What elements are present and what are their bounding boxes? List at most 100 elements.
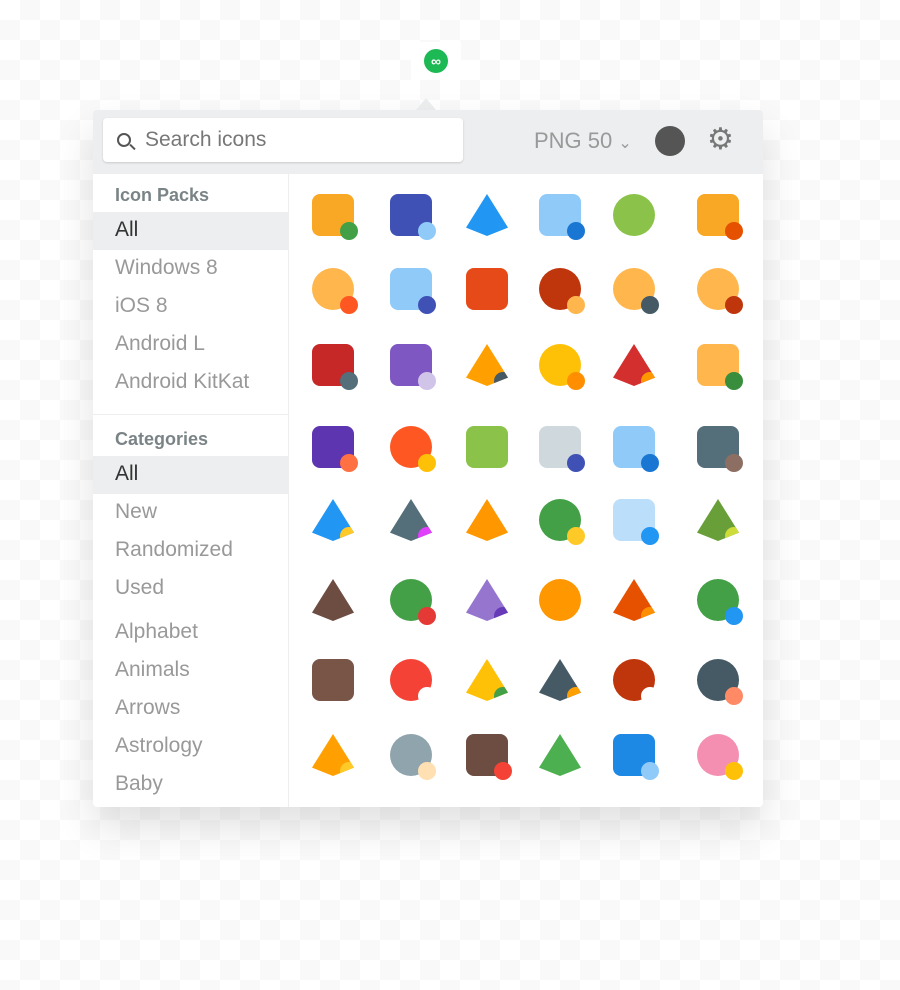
businesswoman-icon[interactable] bbox=[693, 264, 743, 314]
football-icon[interactable] bbox=[609, 655, 659, 705]
viking-helmet-icon[interactable] bbox=[386, 730, 436, 780]
businessman-icon[interactable] bbox=[609, 264, 659, 314]
category-new[interactable]: New bbox=[93, 494, 288, 532]
megaphone-icon[interactable] bbox=[386, 190, 436, 240]
ninja-turtle-icon-shape bbox=[390, 579, 436, 625]
astronaut-icon[interactable] bbox=[386, 264, 436, 314]
add-ticket-icon[interactable] bbox=[308, 190, 358, 240]
colosseum-icon[interactable] bbox=[693, 190, 743, 240]
shovel-icon-accent bbox=[567, 687, 581, 701]
piggy-bank-icon[interactable] bbox=[693, 730, 743, 780]
gear-icon[interactable]: ⚙ bbox=[707, 124, 734, 156]
car-service-icon-accent bbox=[340, 372, 358, 390]
sombrero-icon-accent bbox=[494, 687, 508, 701]
add-ticket-icon-accent bbox=[340, 222, 358, 240]
pos-terminal-icon[interactable] bbox=[609, 730, 659, 780]
important-document-icon[interactable] bbox=[535, 190, 585, 240]
magic-wand-icon[interactable] bbox=[386, 495, 436, 545]
sushi-icon[interactable] bbox=[693, 655, 743, 705]
power-button-icon-shape bbox=[390, 659, 436, 705]
palm-leaf-icon-accent bbox=[725, 527, 739, 541]
highlighter-icon-accent bbox=[340, 762, 354, 776]
football-icon-accent bbox=[641, 687, 659, 705]
briefcase-icon[interactable] bbox=[462, 264, 512, 314]
icon-pack-android-l[interactable]: Android L bbox=[93, 326, 288, 364]
color-picker-button[interactable] bbox=[655, 126, 685, 156]
keyboard-icon[interactable] bbox=[609, 495, 659, 545]
icon-pack-windows-8[interactable]: Windows 8 bbox=[93, 250, 288, 288]
format-label: PNG 50 bbox=[534, 128, 613, 153]
search-input[interactable] bbox=[143, 127, 447, 153]
add-ticket-icon-shape bbox=[312, 194, 358, 240]
game-controller-icon-accent bbox=[567, 454, 585, 472]
video-camera-icon-shape bbox=[697, 426, 743, 472]
bull-icon-shape bbox=[539, 268, 585, 314]
search-box[interactable] bbox=[103, 118, 463, 162]
office-building-icon[interactable] bbox=[609, 422, 659, 472]
viking-helmet-icon-accent bbox=[418, 762, 436, 780]
icon-packs-heading: Icon Packs bbox=[115, 185, 210, 205]
approval-icon[interactable] bbox=[609, 190, 659, 240]
airplane-icon[interactable] bbox=[462, 190, 512, 240]
chili-pepper-icon[interactable] bbox=[609, 340, 659, 390]
power-button-icon[interactable] bbox=[386, 655, 436, 705]
app-logo[interactable]: ∞ bbox=[411, 42, 461, 80]
category-arrows[interactable]: Arrows bbox=[93, 690, 288, 728]
icon-pack-ios-8[interactable]: iOS 8 bbox=[93, 288, 288, 326]
category-astrology[interactable]: Astrology bbox=[93, 728, 288, 766]
pretzel-icon-shape bbox=[539, 579, 581, 621]
format-dropdown[interactable]: PNG 50 ⌄ bbox=[534, 128, 632, 154]
coin-icon[interactable] bbox=[535, 340, 585, 390]
palm-leaf-icon[interactable] bbox=[693, 495, 743, 545]
chainsaw-icon[interactable] bbox=[462, 340, 512, 390]
mustache-icon[interactable] bbox=[308, 575, 358, 625]
filter-icon[interactable] bbox=[462, 495, 512, 545]
category-animals[interactable]: Animals bbox=[93, 652, 288, 690]
highlighter-icon-shape bbox=[312, 734, 354, 776]
church-icon-shape bbox=[697, 344, 743, 390]
customer-support-icon[interactable] bbox=[308, 264, 358, 314]
pyramids-icon[interactable] bbox=[609, 575, 659, 625]
bull-icon[interactable] bbox=[535, 264, 585, 314]
church-icon[interactable] bbox=[693, 340, 743, 390]
sagrada-familia-icon[interactable] bbox=[308, 655, 358, 705]
bull-icon-accent bbox=[567, 296, 585, 314]
chili-pepper-icon-accent bbox=[641, 372, 655, 386]
hat-icon[interactable] bbox=[535, 495, 585, 545]
category-used[interactable]: Used bbox=[93, 570, 288, 608]
fan-icon[interactable] bbox=[308, 495, 358, 545]
comet-icon[interactable] bbox=[386, 422, 436, 472]
umbrella-icon-shape bbox=[697, 579, 743, 625]
megaphone-icon-accent bbox=[418, 222, 436, 240]
category-randomized[interactable]: Randomized bbox=[93, 532, 288, 570]
important-document-icon-shape bbox=[539, 194, 585, 240]
train-icon[interactable] bbox=[308, 422, 358, 472]
category-alphabet[interactable]: Alphabet bbox=[93, 614, 288, 652]
chevron-down-icon: ⌄ bbox=[618, 135, 632, 152]
video-camera-icon[interactable] bbox=[693, 422, 743, 472]
umbrella-icon-accent bbox=[725, 607, 743, 625]
colosseum-icon-accent bbox=[725, 222, 743, 240]
cactus-icon[interactable] bbox=[535, 730, 585, 780]
sombrero-icon[interactable] bbox=[462, 655, 512, 705]
shovel-icon[interactable] bbox=[535, 655, 585, 705]
icon-pack-all[interactable]: All bbox=[93, 212, 288, 250]
pretzel-icon[interactable] bbox=[535, 575, 585, 625]
car-service-icon[interactable] bbox=[308, 340, 358, 390]
sushi-icon-accent bbox=[725, 687, 743, 705]
ninja-turtle-icon[interactable] bbox=[386, 575, 436, 625]
categories-heading: Categories bbox=[115, 429, 209, 449]
umbrella-icon[interactable] bbox=[693, 575, 743, 625]
header-bar: PNG 50 ⌄ ⚙ bbox=[93, 110, 763, 174]
cash-register-icon[interactable] bbox=[386, 340, 436, 390]
category-all[interactable]: All bbox=[93, 456, 288, 494]
ninja-turtle-icon-accent bbox=[418, 607, 436, 625]
speech-bubble-icon[interactable] bbox=[462, 422, 512, 472]
highlighter-icon[interactable] bbox=[308, 730, 358, 780]
origami-icon[interactable] bbox=[462, 575, 512, 625]
game-controller-icon[interactable] bbox=[535, 422, 585, 472]
viking-ship-icon[interactable] bbox=[462, 730, 512, 780]
category-baby[interactable]: Baby bbox=[93, 766, 288, 804]
icon-pack-android-kitkat[interactable]: Android KitKat bbox=[93, 364, 288, 402]
filter-icon-shape bbox=[466, 499, 508, 541]
